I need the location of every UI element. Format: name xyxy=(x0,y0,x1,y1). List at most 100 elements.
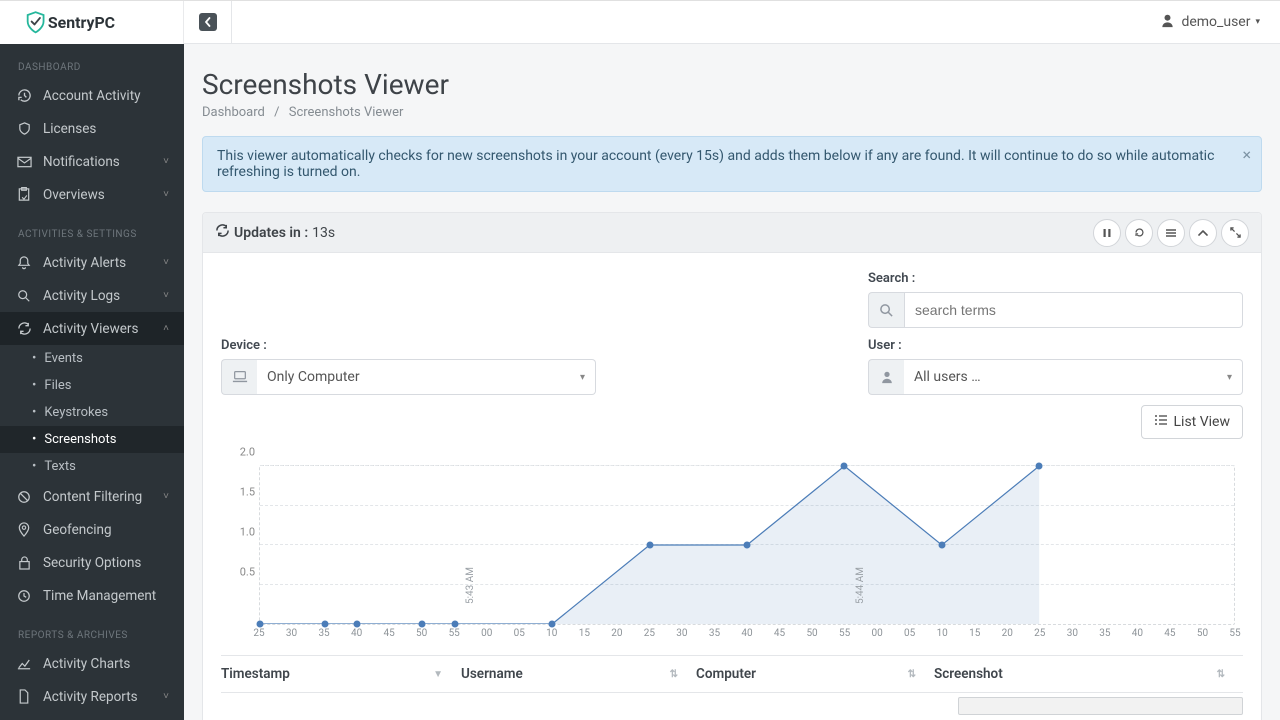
collapse-sidebar-button[interactable] xyxy=(184,1,232,44)
sidebar-item-notifications[interactable]: Notifications˅ xyxy=(0,145,184,178)
col-screenshot[interactable]: Screenshot⇅ xyxy=(934,656,1243,692)
sidebar-subitem-events[interactable]: •Events xyxy=(0,345,184,372)
x-tick: 15 xyxy=(969,628,980,639)
sidebar-item-activity-logs[interactable]: Activity Logs˅ xyxy=(0,279,184,312)
sidebar-item-label: Time Management xyxy=(43,588,156,604)
chart-point[interactable] xyxy=(938,542,945,549)
x-tick: 40 xyxy=(1132,628,1143,639)
refresh-button[interactable] xyxy=(1125,219,1153,247)
screenshot-thumbnail[interactable] xyxy=(958,697,1243,715)
bullet-icon: • xyxy=(32,405,36,420)
sort-icon: ⇅ xyxy=(908,669,916,680)
sidebar-item-label: Activity Reports xyxy=(43,689,138,705)
chevron-down-icon: ˅ xyxy=(163,156,169,167)
chevron-down-icon: ˅ xyxy=(163,189,169,200)
list-icon xyxy=(1154,414,1168,430)
chart-point[interactable] xyxy=(354,621,361,628)
collapse-up-button[interactable] xyxy=(1189,219,1217,247)
x-tick: 25 xyxy=(1034,628,1045,639)
x-tick: 45 xyxy=(384,628,395,639)
mail-icon xyxy=(15,156,33,168)
sidebar-subitem-keystrokes[interactable]: • Keystrokes xyxy=(0,399,184,426)
chevron-down-icon: ˅ xyxy=(163,257,169,268)
sidebar-item-activity-charts[interactable]: Activity Charts xyxy=(0,647,184,680)
x-tick: 50 xyxy=(1197,628,1208,639)
sidebar-item-activity-alerts[interactable]: Activity Alerts ˅ xyxy=(0,246,184,279)
pause-button[interactable] xyxy=(1093,219,1121,247)
sidebar-item-label: Files xyxy=(44,378,71,393)
bullet-icon: • xyxy=(32,378,36,393)
chevron-down-icon: ▾ xyxy=(1255,17,1260,27)
x-tick: 45 xyxy=(1164,628,1175,639)
chart-point[interactable] xyxy=(1036,463,1043,470)
user-menu[interactable]: demo_user ▾ xyxy=(1140,13,1280,32)
sidebar-item-label: Texts xyxy=(44,459,75,474)
chart-point[interactable] xyxy=(646,542,653,549)
search-icon xyxy=(15,289,33,303)
sidebar-item-geofencing[interactable]: Geofencing xyxy=(0,513,184,546)
user-icon xyxy=(1160,13,1175,32)
device-select[interactable]: Only Computer ▾ xyxy=(221,359,596,395)
nav-section-title: DASHBOARD xyxy=(0,44,184,79)
y-tick: 2.0 xyxy=(240,446,255,459)
sidebar-subitem-screenshots[interactable]: •Screenshots xyxy=(0,426,184,453)
sidebar-item-account-activity[interactable]: Account Activity xyxy=(0,79,184,112)
x-tick: 40 xyxy=(351,628,362,639)
breadcrumb: Dashboard / Screenshots Viewer xyxy=(202,105,1262,120)
x-tick: 30 xyxy=(676,628,687,639)
chevron-down-icon: ▾ xyxy=(580,372,585,383)
bullet-icon: • xyxy=(32,432,36,447)
chart-icon xyxy=(15,657,33,670)
menu-button[interactable] xyxy=(1157,219,1185,247)
sidebar-item-activity-reports[interactable]: Activity Reports˅ xyxy=(0,680,184,713)
chart-point[interactable] xyxy=(257,621,264,628)
x-tick: 25 xyxy=(644,628,655,639)
fullscreen-button[interactable] xyxy=(1221,219,1249,247)
sidebar-item-label: Activity Alerts xyxy=(43,255,126,271)
chart-point[interactable] xyxy=(841,463,848,470)
breadcrumb-item[interactable]: Dashboard xyxy=(202,105,265,120)
doc-icon xyxy=(15,689,33,704)
x-tick: 00 xyxy=(481,628,492,639)
history-icon xyxy=(15,88,33,103)
sidebar-item-licenses[interactable]: Licenses xyxy=(0,112,184,145)
y-tick: 1.5 xyxy=(240,486,255,499)
col-timestamp[interactable]: Timestamp▼ xyxy=(221,656,461,692)
chart-point[interactable] xyxy=(451,621,458,628)
badge-icon xyxy=(15,121,33,136)
sort-icon: ⇅ xyxy=(1217,669,1225,680)
sidebar-item-time-management[interactable]: Time Management xyxy=(0,579,184,612)
search-input[interactable] xyxy=(904,292,1243,328)
chart-point[interactable] xyxy=(744,542,751,549)
x-tick: 45 xyxy=(774,628,785,639)
close-icon[interactable]: × xyxy=(1242,145,1251,164)
sidebar-item-label: Geofencing xyxy=(43,522,112,538)
col-computer[interactable]: Computer⇅ xyxy=(696,656,934,692)
sidebar-item-security-options[interactable]: Security Options xyxy=(0,546,184,579)
table-row[interactable] xyxy=(221,693,1243,719)
sidebar-item-label: Licenses xyxy=(43,121,96,137)
user-select[interactable]: All users … ▾ xyxy=(868,359,1243,395)
x-tick: 35 xyxy=(1099,628,1110,639)
x-tick: 35 xyxy=(318,628,329,639)
chart-point[interactable] xyxy=(549,621,556,628)
sidebar-item-content-filtering[interactable]: Content Filtering˅ xyxy=(0,480,184,513)
sidebar-subitem-texts[interactable]: •Texts xyxy=(0,453,184,480)
x-tick: 15 xyxy=(579,628,590,639)
sidebar-item-activity-viewers[interactable]: Activity Viewers˄ xyxy=(0,312,184,345)
col-username[interactable]: Username⇅ xyxy=(461,656,696,692)
chart-point[interactable] xyxy=(321,621,328,628)
x-tick: 10 xyxy=(937,628,948,639)
x-tick: 00 xyxy=(872,628,883,639)
sidebar-item-label: Account Activity xyxy=(43,88,141,104)
device-label: Device : xyxy=(221,338,596,353)
chevron-down-icon: ˅ xyxy=(163,491,169,502)
breadcrumb-item: Screenshots Viewer xyxy=(289,105,404,120)
list-view-button[interactable]: List View xyxy=(1141,405,1244,439)
sidebar-subitem-files[interactable]: • Files xyxy=(0,372,184,399)
chart-point[interactable] xyxy=(419,621,426,628)
brand-logo[interactable]: SentryPC xyxy=(0,1,184,44)
clipboard-icon xyxy=(15,187,33,202)
sidebar-item-overviews[interactable]: Overviews˅ xyxy=(0,178,184,211)
sidebar-item-label: Keystrokes xyxy=(44,405,108,420)
